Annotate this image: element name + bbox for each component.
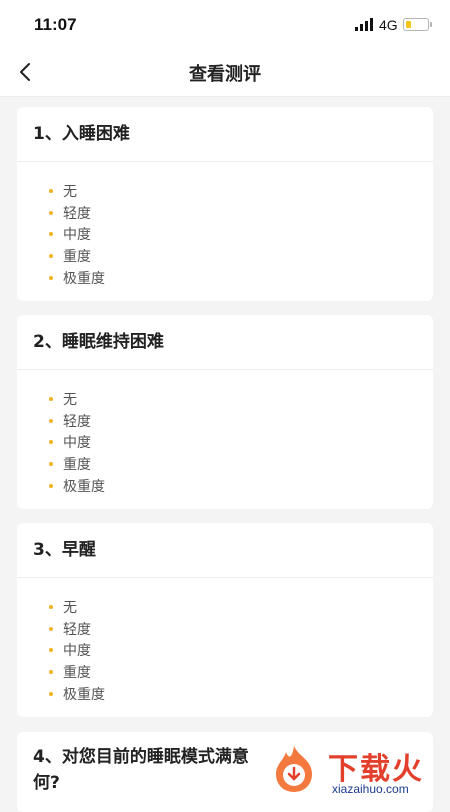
option-item[interactable]: 重度 [33,661,417,683]
bullet-dot-icon [49,232,53,237]
battery-tip [430,22,432,27]
question-title: 2、睡眠维持困难 [17,315,433,370]
battery-icon [403,18,429,31]
option-item[interactable]: 极重度 [33,475,417,497]
question-title: 3、早醒 [17,523,433,578]
option-item[interactable]: 中度 [33,224,417,246]
option-item[interactable]: 无 [33,180,417,202]
option-item[interactable]: 无 [33,388,417,410]
bullet-dot-icon [49,440,53,445]
option-label: 轻度 [63,413,91,430]
bullet-dot-icon [49,626,53,631]
option-label: 中度 [63,227,91,244]
option-label: 轻度 [63,205,91,222]
option-list: 无 轻度 中度 重度 极重度 [17,578,433,717]
watermark: 下载火 xiazaihuo.com [268,738,450,800]
option-label: 中度 [63,435,91,452]
question-card-1: 1、入睡困难 无 轻度 中度 重度 极重度 [17,107,433,301]
option-label: 重度 [63,249,91,266]
bullet-dot-icon [49,418,53,423]
option-item[interactable]: 重度 [33,245,417,267]
bullet-dot-icon [49,462,53,467]
status-time: 11:07 [34,15,77,34]
question-card-2: 2、睡眠维持困难 无 轻度 中度 重度 极重度 [17,315,433,509]
option-label: 无 [63,599,77,616]
watermark-url: xiazaihuo.com [332,782,409,796]
signal-icon [355,18,373,31]
option-label: 重度 [63,665,91,682]
bullet-dot-icon [49,188,53,193]
bullet-dot-icon [49,254,53,259]
option-item[interactable]: 中度 [33,640,417,662]
page-title: 查看测评 [189,64,261,85]
option-item[interactable]: 极重度 [33,683,417,705]
option-item[interactable]: 轻度 [33,618,417,640]
option-label: 极重度 [63,479,105,496]
bullet-dot-icon [49,276,53,281]
bullet-dot-icon [49,692,53,697]
option-label: 无 [63,183,77,200]
option-item[interactable]: 重度 [33,453,417,475]
nav-bar: 查看测评 [0,50,450,97]
option-item[interactable]: 极重度 [33,267,417,289]
option-label: 轻度 [63,621,91,638]
option-item[interactable]: 无 [33,596,417,618]
option-item[interactable]: 轻度 [33,202,417,224]
bullet-dot-icon [49,210,53,215]
option-label: 无 [63,391,77,408]
question-card-3: 3、早醒 无 轻度 中度 重度 极重度 [17,523,433,717]
bullet-dot-icon [49,604,53,609]
option-label: 极重度 [63,687,105,704]
question-title: 1、入睡困难 [17,107,433,162]
battery-level [405,20,411,28]
bullet-dot-icon [49,396,53,401]
option-label: 重度 [63,457,91,474]
network-type: 4G [379,17,398,33]
bullet-dot-icon [49,670,53,675]
option-item[interactable]: 轻度 [33,410,417,432]
status-bar: 11:07 4G [0,0,450,50]
option-list: 无 轻度 中度 重度 极重度 [17,370,433,509]
bullet-dot-icon [49,484,53,489]
flame-logo-icon [276,746,312,792]
option-label: 中度 [63,643,91,660]
option-item[interactable]: 中度 [33,432,417,454]
option-label: 极重度 [63,271,105,288]
bullet-dot-icon [49,648,53,653]
option-list: 无 轻度 中度 重度 极重度 [17,162,433,301]
